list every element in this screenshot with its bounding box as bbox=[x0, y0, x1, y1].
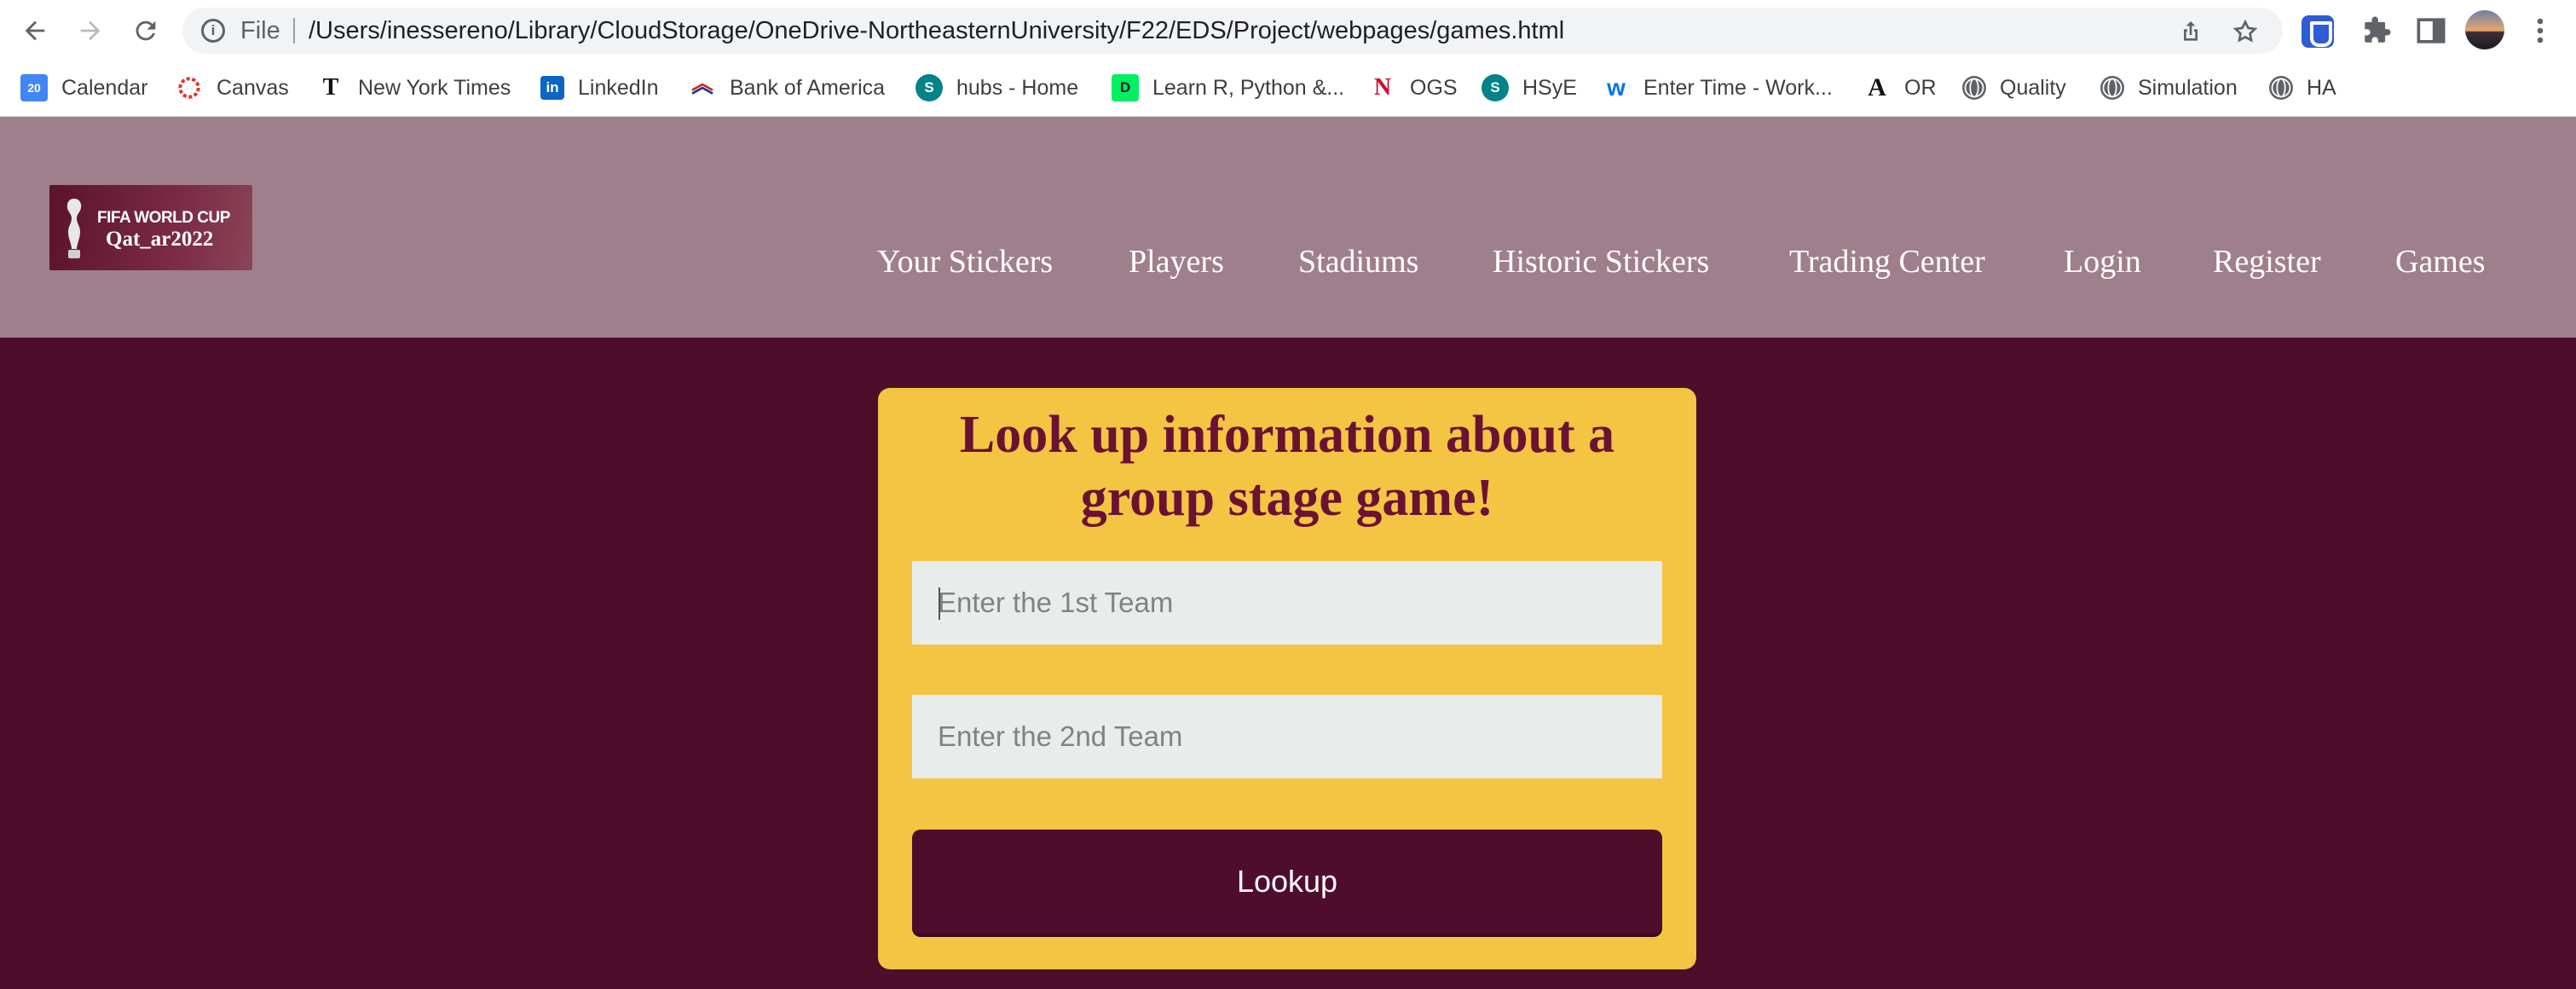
bookmark-or[interactable]: A OR bbox=[1863, 71, 1937, 105]
nav-historic-stickers[interactable]: Historic Stickers bbox=[1493, 243, 1709, 281]
bookmark-label: Quality bbox=[2000, 75, 2066, 100]
kebab-menu-icon[interactable] bbox=[2521, 12, 2559, 49]
nav-stadiums[interactable]: Stadiums bbox=[1298, 243, 1418, 281]
address-bar[interactable]: i File /Users/inessereno/Library/CloudSt… bbox=[182, 8, 2283, 54]
bookmark-label: Simulation bbox=[2138, 75, 2238, 100]
datacamp-icon: D bbox=[1112, 74, 1139, 101]
share-icon[interactable] bbox=[2177, 18, 2204, 45]
sharepoint-icon: S bbox=[1481, 74, 1509, 101]
bookmark-label: LinkedIn bbox=[578, 75, 659, 100]
bookmark-datacamp[interactable]: D Learn R, Python &... bbox=[1112, 71, 1344, 105]
text-cursor bbox=[939, 587, 940, 620]
bookmark-nyt[interactable]: T New York Times bbox=[317, 71, 511, 105]
bookmark-canvas[interactable]: Canvas bbox=[176, 71, 289, 105]
bookmark-label: Calendar bbox=[61, 75, 148, 100]
password-manager-icon[interactable] bbox=[2302, 15, 2334, 48]
lookup-button[interactable]: Lookup bbox=[912, 830, 1662, 934]
nav-games[interactable]: Games bbox=[2395, 243, 2486, 281]
bookmark-label: OGS bbox=[1410, 75, 1458, 100]
nav-register[interactable]: Register bbox=[2213, 243, 2321, 281]
lookup-title: Look up information about a group stage … bbox=[959, 406, 1615, 527]
bookmark-star-icon[interactable] bbox=[2232, 18, 2259, 45]
bookmark-simulation[interactable]: Simulation bbox=[2100, 71, 2238, 105]
bookmark-label: Canvas bbox=[217, 75, 289, 100]
bookmark-label: Enter Time - Work... bbox=[1643, 75, 1833, 100]
side-panel-icon[interactable] bbox=[2412, 12, 2450, 49]
logo-line2: Qat_ar2022 bbox=[106, 228, 214, 251]
browser-toolbar: i File /Users/inessereno/Library/CloudSt… bbox=[0, 0, 2576, 61]
bookmark-workday[interactable]: w Enter Time - Work... bbox=[1603, 71, 1833, 105]
scheme-label: File bbox=[240, 17, 280, 44]
bookmark-label: Learn R, Python &... bbox=[1152, 75, 1345, 100]
northeastern-icon: N bbox=[1373, 74, 1392, 101]
canvas-icon bbox=[176, 74, 203, 101]
logo-line1: FIFA WORLD CUP bbox=[97, 209, 230, 227]
bookmarks-bar: 20 Calendar Canvas T New York Times in L… bbox=[0, 61, 2576, 117]
bookmark-linkedin[interactable]: in LinkedIn bbox=[540, 71, 659, 105]
info-icon[interactable]: i bbox=[201, 19, 225, 43]
fifa-world-cup-logo[interactable]: FIFA WORLD CUP Qat_ar2022 bbox=[49, 185, 252, 270]
address-divider bbox=[293, 18, 295, 43]
linkedin-icon: in bbox=[540, 76, 564, 100]
bookmark-quality[interactable]: Quality bbox=[1962, 71, 2066, 105]
game-lookup-card: Look up information about a group stage … bbox=[878, 388, 1696, 969]
sharepoint-icon: S bbox=[915, 74, 943, 101]
puzzle-icon[interactable] bbox=[2358, 12, 2395, 49]
reload-icon[interactable] bbox=[125, 10, 166, 51]
team2-input[interactable] bbox=[912, 695, 1662, 778]
team1-input[interactable] bbox=[912, 561, 1662, 645]
text-a-icon: A bbox=[1868, 73, 1886, 101]
globe-icon bbox=[1962, 76, 1986, 100]
bookmark-label: New York Times bbox=[358, 75, 511, 100]
nyt-icon: T bbox=[322, 74, 339, 101]
bookmark-ogs[interactable]: N OGS bbox=[1369, 71, 1458, 105]
calendar-icon: 20 bbox=[20, 74, 48, 101]
bookmark-label: OR bbox=[1904, 75, 1937, 100]
forward-arrow-icon[interactable] bbox=[70, 10, 111, 51]
bookmark-label: HA bbox=[2307, 75, 2336, 100]
nav-players[interactable]: Players bbox=[1129, 243, 1224, 281]
nav-login[interactable]: Login bbox=[2064, 243, 2141, 281]
site-header: FIFA WORLD CUP Qat_ar2022 Your Stickers … bbox=[0, 117, 2576, 338]
globe-icon bbox=[2269, 76, 2293, 100]
profile-avatar[interactable] bbox=[2465, 10, 2504, 49]
nav-trading-center[interactable]: Trading Center bbox=[1789, 243, 1985, 281]
bookmark-hsye[interactable]: S HSyE bbox=[1481, 71, 1577, 105]
bookmark-hubs[interactable]: S hubs - Home bbox=[915, 71, 1078, 105]
workday-icon: w bbox=[1607, 74, 1626, 101]
bookmark-label: hubs - Home bbox=[956, 75, 1079, 100]
bookmark-label: HSyE bbox=[1522, 75, 1577, 100]
nav-your-stickers[interactable]: Your Stickers bbox=[877, 243, 1053, 281]
bookmark-calendar[interactable]: 20 Calendar bbox=[20, 71, 147, 105]
globe-icon bbox=[2100, 76, 2124, 100]
bookmark-label: Bank of America bbox=[730, 75, 886, 100]
url-text[interactable]: /Users/inessereno/Library/CloudStorage/O… bbox=[309, 17, 1564, 45]
back-arrow-icon[interactable] bbox=[14, 10, 55, 51]
boa-icon bbox=[689, 74, 716, 101]
bookmark-ha[interactable]: HA bbox=[2269, 71, 2336, 105]
bookmark-boa[interactable]: Bank of America bbox=[689, 71, 885, 105]
trophy-icon bbox=[66, 199, 82, 258]
